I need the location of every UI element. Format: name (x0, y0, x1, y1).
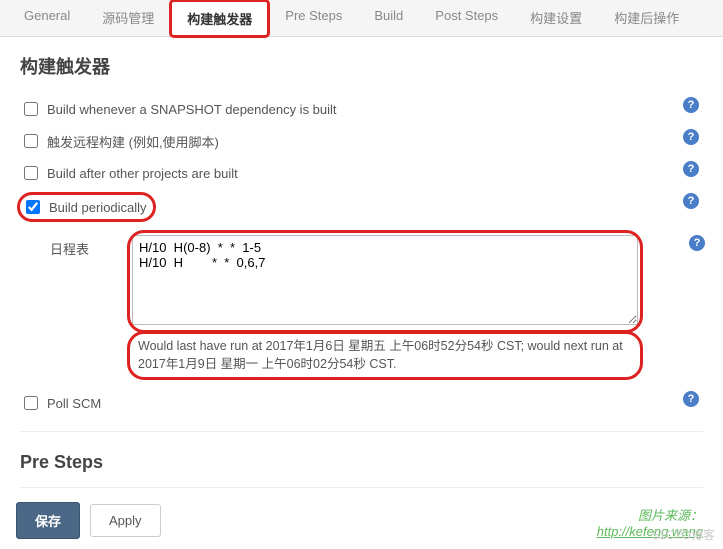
help-icon[interactable]: ? (683, 193, 699, 209)
tab-post-build[interactable]: 构建后操作 (598, 0, 695, 36)
help-icon[interactable]: ? (683, 129, 699, 145)
label-remote[interactable]: 触发远程构建 (例如,使用脚本) (20, 131, 219, 151)
checkbox-after-projects[interactable] (24, 166, 38, 180)
help-icon[interactable]: ? (683, 391, 699, 407)
tab-scm[interactable]: 源码管理 (86, 0, 170, 36)
checkbox-poll-scm[interactable] (24, 396, 38, 410)
section-pre-steps: Pre Steps (0, 448, 723, 492)
tabbar: General 源码管理 构建触发器 Pre Steps Build Post … (0, 0, 723, 37)
schedule-label: 日程表 (50, 233, 110, 377)
label-snapshot[interactable]: Build whenever a SNAPSHOT dependency is … (20, 99, 337, 119)
heading-build-triggers: 构建触发器 (20, 53, 703, 79)
row-poll-scm: Poll SCM ? (20, 387, 703, 419)
tab-pre-steps[interactable]: Pre Steps (269, 0, 358, 36)
checkbox-snapshot[interactable] (24, 102, 38, 116)
save-button[interactable]: 保存 (16, 502, 80, 539)
help-icon[interactable]: ? (683, 161, 699, 177)
apply-button[interactable]: Apply (90, 504, 161, 537)
checkbox-periodically[interactable] (26, 200, 40, 214)
row-snapshot: Build whenever a SNAPSHOT dependency is … (20, 93, 703, 125)
row-after-projects: Build after other projects are built ? (20, 157, 703, 189)
help-icon[interactable]: ? (689, 235, 705, 251)
row-periodically: Build periodically ? (20, 189, 703, 225)
tab-build-settings[interactable]: 构建设置 (514, 0, 598, 36)
text-remote: 触发远程构建 (例如,使用脚本) (47, 132, 219, 151)
schedule-row: 日程表 Would last have run at 2017年1月6日 星期五… (50, 233, 703, 377)
label-poll-scm[interactable]: Poll SCM (20, 393, 101, 413)
tab-build[interactable]: Build (358, 0, 419, 36)
tab-post-steps[interactable]: Post Steps (419, 0, 514, 36)
text-after-projects: Build after other projects are built (47, 166, 238, 181)
text-periodically: Build periodically (49, 200, 147, 215)
label-after-projects[interactable]: Build after other projects are built (20, 163, 238, 183)
tab-build-triggers[interactable]: 构建触发器 (170, 0, 269, 37)
watermark-faded: 51CTO博客 (653, 526, 715, 543)
row-remote: 触发远程构建 (例如,使用脚本) ? (20, 125, 703, 157)
watermark-text: 图片来源： (597, 505, 703, 524)
checkbox-remote[interactable] (24, 134, 38, 148)
action-buttons: 保存 Apply 图片来源： http://kefeng.wang 51CTO博… (0, 492, 723, 549)
text-snapshot: Build whenever a SNAPSHOT dependency is … (47, 102, 337, 117)
label-periodically[interactable]: Build periodically (22, 197, 147, 217)
schedule-input[interactable] (132, 235, 638, 325)
section-build-triggers: 构建触发器 Build whenever a SNAPSHOT dependen… (0, 37, 723, 448)
tab-general[interactable]: General (8, 0, 86, 36)
heading-pre-steps: Pre Steps (20, 452, 703, 473)
help-icon[interactable]: ? (683, 97, 699, 113)
schedule-info: Would last have run at 2017年1月6日 星期五 上午0… (130, 334, 640, 377)
text-poll-scm: Poll SCM (47, 396, 101, 411)
